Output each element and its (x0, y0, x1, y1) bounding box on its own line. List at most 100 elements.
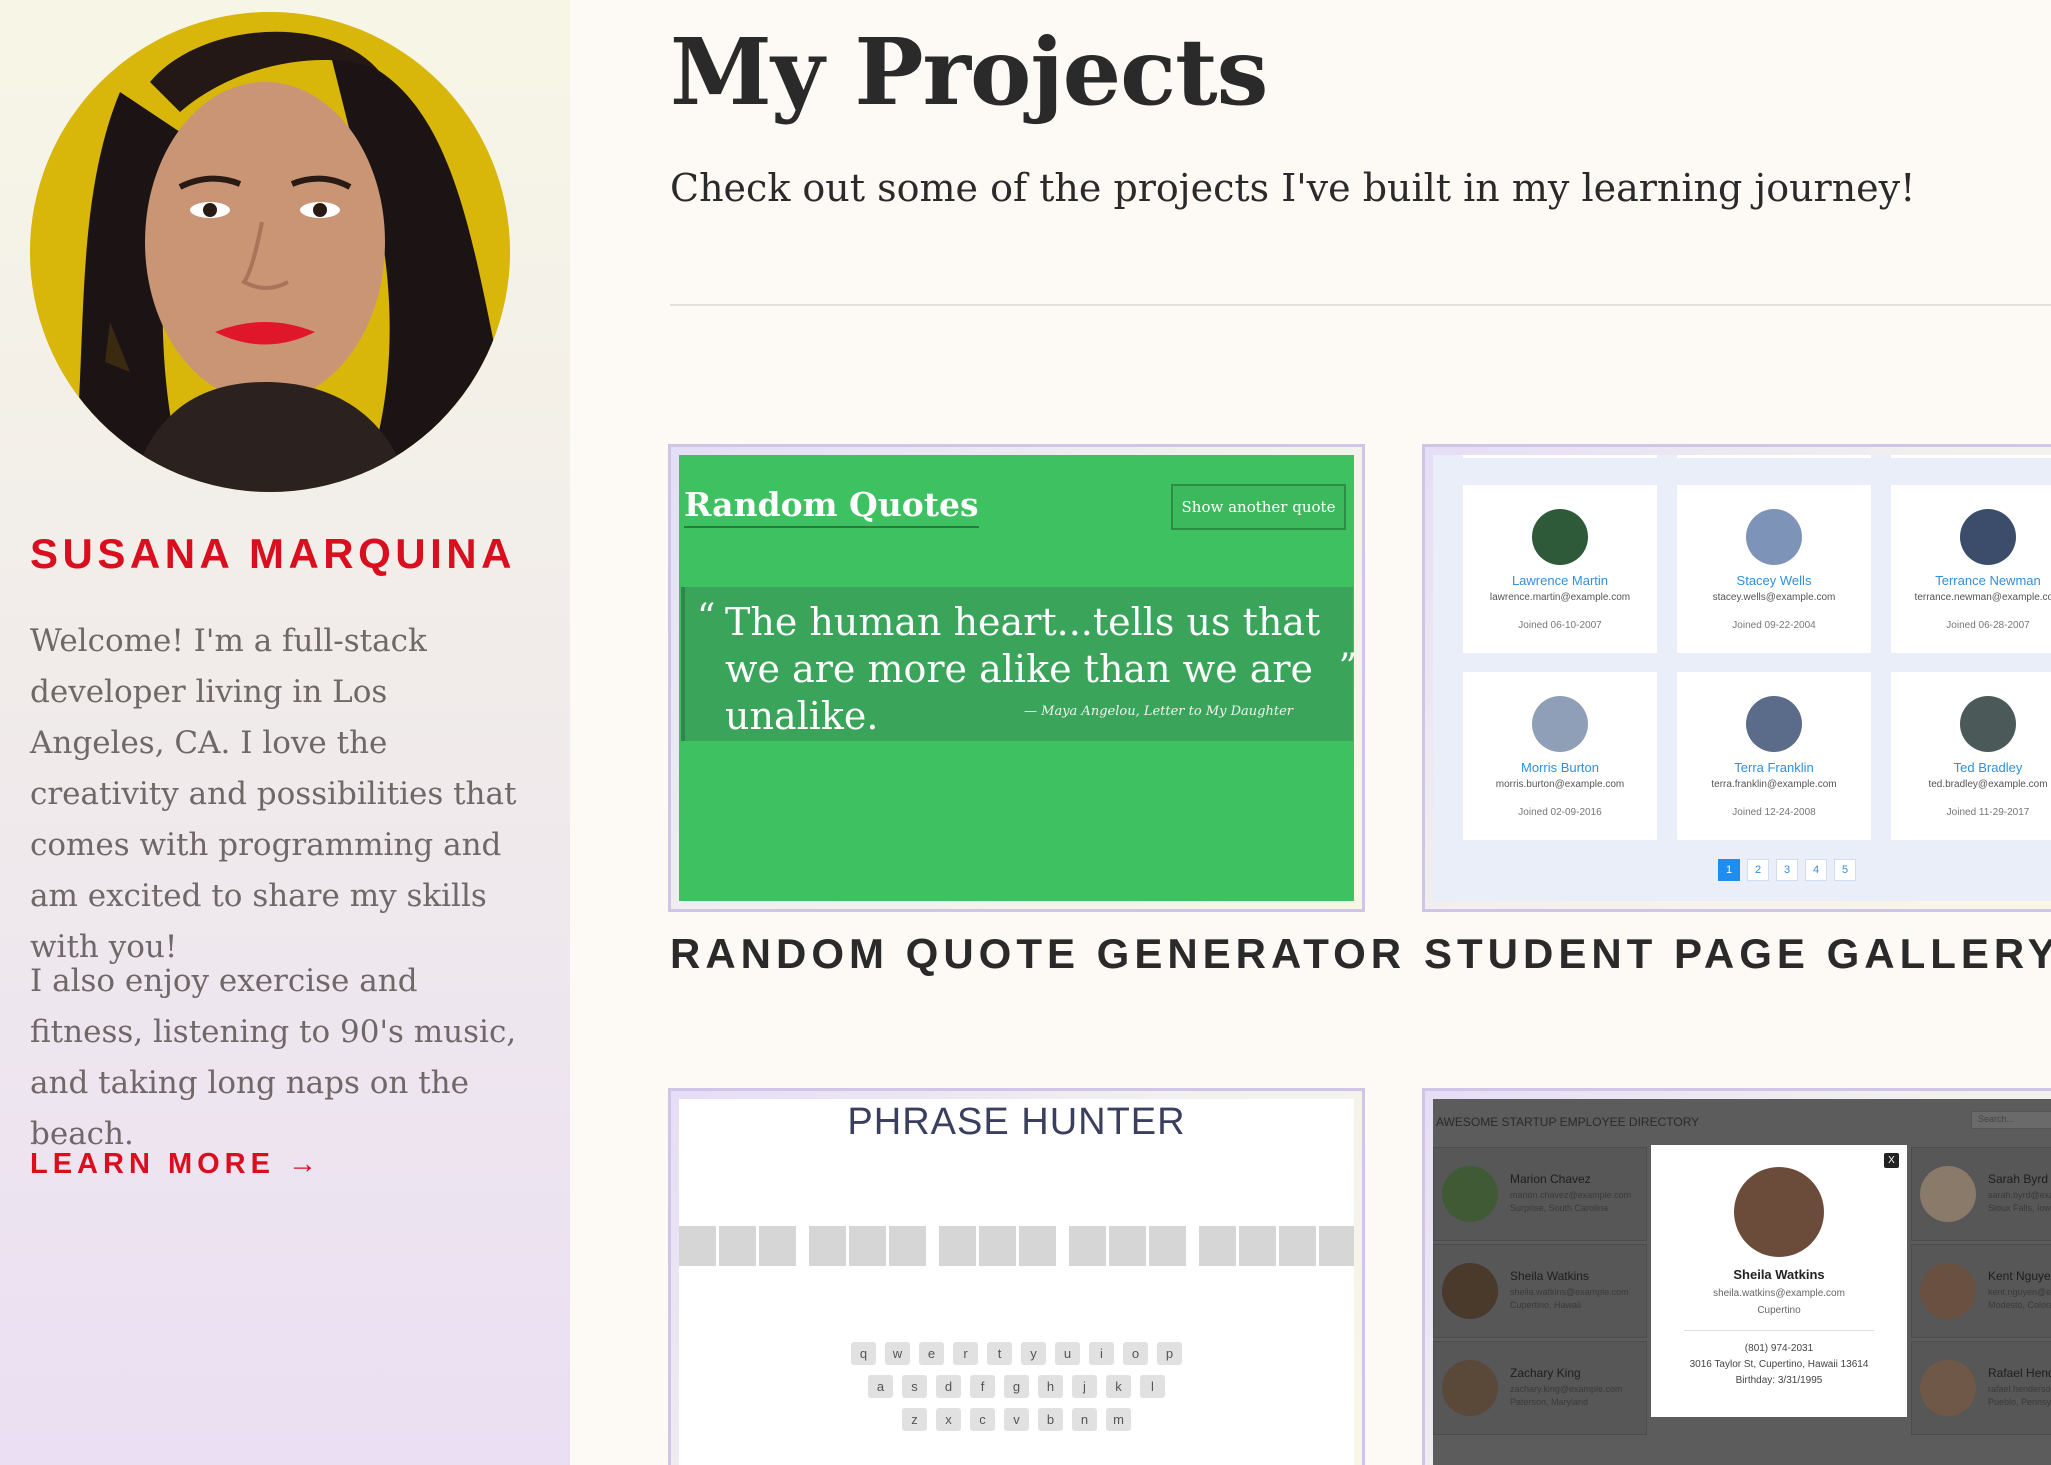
key: u (1055, 1342, 1080, 1365)
modal-name: Sheila Watkins (1733, 1267, 1825, 1282)
key: g (1004, 1375, 1029, 1398)
phrase-letter-boxes (679, 1226, 1354, 1266)
project-card-student-gallery[interactable]: Lawrence Martin lawrence.martin@example.… (1422, 444, 2051, 912)
key: w (885, 1342, 910, 1365)
student-avatar (1746, 509, 1802, 565)
key: m (1106, 1408, 1131, 1431)
student-card: Ted Bradley ted.bradley@example.com Join… (1891, 672, 2051, 840)
student-name: Terra Franklin (1734, 760, 1814, 775)
key: f (970, 1375, 995, 1398)
student-name: Morris Burton (1520, 760, 1600, 775)
key: t (987, 1342, 1012, 1365)
student-card: Stacey Wells stacey.wells@example.com Jo… (1677, 485, 1871, 653)
student-joined: Joined 06-10-2007 (1518, 620, 1602, 631)
student-card: Morris Burton morris.burton@example.com … (1463, 672, 1657, 840)
key: z (902, 1408, 927, 1431)
student-name: Terrance Newman (1935, 573, 2041, 588)
page-link: 2 (1747, 859, 1769, 881)
key: i (1089, 1342, 1114, 1365)
pagination: 1 2 3 4 5 (1718, 859, 1856, 881)
page-link: 5 (1834, 859, 1856, 881)
modal-avatar (1734, 1167, 1824, 1257)
student-name: Lawrence Martin (1511, 573, 1609, 588)
student-name: Stacey Wells (1736, 573, 1812, 588)
student-email: terra.franklin@example.com (1711, 779, 1837, 790)
key: d (936, 1375, 961, 1398)
preview-title: Random Quotes (684, 485, 979, 528)
student-email: ted.bradley@example.com (1928, 779, 2048, 790)
project-card-random-quote[interactable]: Random Quotes Show another quote “ The h… (668, 444, 1365, 912)
student-joined: Joined 12-24-2008 (1732, 807, 1816, 818)
keyboard-row: q w e r t y u i o p (679, 1342, 1354, 1365)
close-quote-mark: ” (1339, 647, 1354, 688)
employee-card: Sheila Watkins sheila.watkins@example.co… (1433, 1244, 1647, 1338)
student-card: Terra Franklin terra.franklin@example.co… (1677, 672, 1871, 840)
key: c (970, 1408, 995, 1431)
student-avatar (1746, 696, 1802, 752)
student-joined: Joined 06-28-2007 (1946, 620, 2030, 631)
key: h (1038, 1375, 1063, 1398)
profile-photo (30, 12, 510, 492)
quote-attribution: — Maya Angelou, Letter to My Daughter (1024, 704, 1293, 719)
modal-city: Cupertino (1757, 1305, 1801, 1316)
page-link: 1 (1718, 859, 1740, 881)
learn-more-link[interactable]: LEARN MORE → (30, 1148, 322, 1181)
section-divider (670, 304, 2051, 306)
directory-search-input: Search... (1971, 1111, 2051, 1129)
key: r (953, 1342, 978, 1365)
employee-card: Kent Nguyen kent.nguyen@example.com Mode… (1911, 1244, 2051, 1338)
key: b (1038, 1408, 1063, 1431)
open-quote-mark: “ (697, 597, 716, 638)
preview-title: AWESOME STARTUP EMPLOYEE DIRECTORY (1436, 1115, 1700, 1129)
page-link: 4 (1805, 859, 1827, 881)
student-joined: Joined 02-09-2016 (1518, 807, 1602, 818)
employee-card: Rafael Henderson rafael.henderson@exampl… (1911, 1341, 2051, 1435)
key: p (1157, 1342, 1182, 1365)
student-email: stacey.wells@example.com (1712, 592, 1836, 603)
project-thumbnail: Lawrence Martin lawrence.martin@example.… (1433, 455, 2051, 901)
student-email: lawrence.martin@example.com (1489, 592, 1631, 603)
quote-box: “ The human heart...tells us that we are… (681, 587, 1354, 741)
modal-birthday: Birthday: 3/31/1995 (1735, 1375, 1823, 1386)
key: y (1021, 1342, 1046, 1365)
key: l (1140, 1375, 1165, 1398)
key: s (902, 1375, 927, 1398)
keyboard-row: a s d f g h j k l (679, 1375, 1354, 1398)
key: o (1123, 1342, 1148, 1365)
modal-address: 3016 Taylor St, Cupertino, Hawaii 13614 (1689, 1359, 1869, 1370)
key: e (919, 1342, 944, 1365)
student-joined: Joined 09-22-2004 (1732, 620, 1816, 631)
project-thumbnail: PHRASE HUNTER q w e r t y u i o p a s d … (679, 1099, 1354, 1465)
project-card-employee-directory[interactable]: AWESOME STARTUP EMPLOYEE DIRECTORY Searc… (1422, 1088, 2051, 1465)
student-joined: Joined 11-29-2017 (1946, 807, 2030, 818)
employee-modal: X Sheila Watkins sheila.watkins@example.… (1651, 1145, 1907, 1417)
profile-bio: Welcome! I'm a full-stack developer livi… (30, 623, 517, 965)
keyboard-row: z x c v b n m (679, 1408, 1354, 1431)
project-thumbnail: Random Quotes Show another quote “ The h… (679, 455, 1354, 901)
key: x (936, 1408, 961, 1431)
project-title-random-quote[interactable]: RANDOM QUOTE GENERATOR (670, 930, 1406, 978)
key: q (851, 1342, 876, 1365)
student-name: Ted Bradley (1953, 760, 2023, 775)
profile-bio-secondary: I also enjoy exercise and fitness, liste… (30, 963, 517, 1152)
key: v (1004, 1408, 1029, 1431)
employee-card: Marion Chavez marion.chavez@example.com … (1433, 1147, 1647, 1241)
profile-photo-illustration (30, 12, 510, 492)
student-card: Terrance Newman terrance.newman@example.… (1891, 485, 2051, 653)
key: a (868, 1375, 893, 1398)
student-email: terrance.newman@example.com (1914, 592, 2051, 603)
key: j (1072, 1375, 1097, 1398)
project-thumbnail: AWESOME STARTUP EMPLOYEE DIRECTORY Searc… (1433, 1099, 2051, 1465)
show-another-quote-button: Show another quote (1171, 484, 1346, 530)
projects-section: My Projects Check out some of the projec… (570, 0, 2051, 1465)
project-title-student-gallery[interactable]: STUDENT PAGE GALLERY (1424, 930, 2051, 978)
profile-name: SUSANA MARQUINA (30, 530, 516, 577)
key: n (1072, 1408, 1097, 1431)
student-avatar (1532, 696, 1588, 752)
modal-phone: (801) 974-2031 (1744, 1343, 1814, 1354)
student-avatar (1532, 509, 1588, 565)
student-avatar (1960, 696, 2016, 752)
project-card-phrase-hunter[interactable]: PHRASE HUNTER q w e r t y u i o p a s d … (668, 1088, 1365, 1465)
profile-sidebar: SUSANA MARQUINA Welcome! I'm a full-stac… (0, 0, 570, 1465)
key: k (1106, 1375, 1131, 1398)
